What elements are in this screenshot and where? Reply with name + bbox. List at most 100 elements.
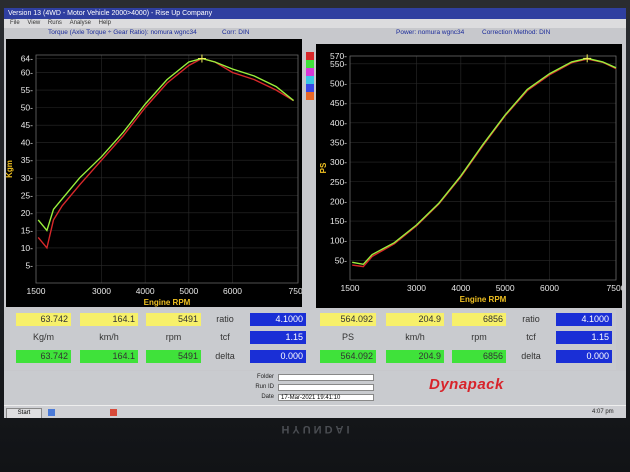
power-ytick: 200- <box>330 196 347 206</box>
power-ytick: 450- <box>330 98 347 108</box>
swatch-green[interactable] <box>306 60 314 68</box>
tcf-label-left: tcf <box>220 332 230 342</box>
unit-kmh-left: km/h <box>99 332 119 342</box>
clock: 4:07 pm <box>592 409 614 415</box>
app-icon[interactable] <box>48 409 55 416</box>
torque-xtick: 4000 <box>136 286 155 296</box>
max-kmh-left: 164.1 <box>80 313 138 326</box>
torque-ytick: 10- <box>21 243 33 253</box>
power-xtick: 6000 <box>540 283 559 293</box>
torque-xtick: 3000 <box>92 286 111 296</box>
dynapack-task-icon[interactable] <box>110 409 117 416</box>
torque-ytick: 30- <box>21 173 33 183</box>
torque-xtick: 7500 <box>289 286 302 296</box>
menu-bar: File View Runs Analyse Help <box>4 19 626 28</box>
folder-field[interactable] <box>278 374 374 381</box>
swatch-magenta[interactable] <box>306 68 314 76</box>
cur-kmh-left: 164.1 <box>80 350 138 363</box>
power-series-red <box>352 58 617 268</box>
torque-xtick: 1500 <box>27 286 46 296</box>
power-chart: 1500 3000 4000 5000 6000 7500 50- 100- 150- 200- 2… <box>319 51 622 304</box>
series-swatches <box>306 52 314 100</box>
torque-ytick: 5- <box>25 260 33 270</box>
unit-ps: PS <box>341 332 354 342</box>
swatch-blue[interactable] <box>306 84 314 92</box>
max-rpm-left: 5491 <box>146 313 201 326</box>
delta-label-right: delta <box>521 351 541 361</box>
date-field[interactable]: 17-Mar-2021 19:41:10 <box>278 394 374 401</box>
torque-ytick: 35- <box>21 155 33 165</box>
tcf-label-right: tcf <box>526 332 536 342</box>
swatch-orange[interactable] <box>306 92 314 100</box>
delta-left[interactable]: 0.000 <box>250 350 306 363</box>
unit-rpm-right: rpm <box>471 332 487 342</box>
ratio-left[interactable]: 4.1000 <box>250 313 306 326</box>
torque-header: Torque (Axle Torque ÷ Gear Ratio): nomur… <box>48 29 197 36</box>
run-info-panel: Folder Run ID Date 17-Mar-2021 19:41:10 … <box>4 371 626 405</box>
power-xtick: 1500 <box>341 283 360 293</box>
torque-ytick: 55- <box>21 85 33 95</box>
torque-ytick: 50- <box>21 103 33 113</box>
ratio-label-right: ratio <box>522 314 540 324</box>
dynapack-logo: Dynapack <box>429 376 504 393</box>
cur-kgm: 63.742 <box>16 350 71 363</box>
menu-runs[interactable]: Runs <box>48 20 62 26</box>
start-button[interactable]: Start <box>6 408 42 418</box>
unit-kmh-right: km/h <box>405 332 425 342</box>
cur-ps: 564.092 <box>320 350 376 363</box>
runid-label: Run ID <box>255 384 274 390</box>
power-xtick: 5000 <box>496 283 515 293</box>
window-title: Version 13 (4WD - Motor Vehicle 2000>400… <box>4 8 626 19</box>
power-ytick: 100- <box>330 236 347 246</box>
torque-ytick: 64- <box>21 54 33 64</box>
torque-chart: 1500 3000 4000 5000 6000 7500 5- 10- 15- 20- 25- 30… <box>6 54 302 307</box>
runid-field[interactable] <box>278 384 374 391</box>
swatch-red[interactable] <box>306 52 314 60</box>
swatch-cyan[interactable] <box>306 76 314 84</box>
ratio-right[interactable]: 4.1000 <box>556 313 612 326</box>
ratio-label-left: ratio <box>216 314 234 324</box>
power-series-green <box>352 57 617 266</box>
power-corr: Correction Method: DIN <box>482 29 551 36</box>
power-ytick: 50- <box>335 255 347 265</box>
torque-chart-panel: 1500 3000 4000 5000 6000 7500 5- 10- 15- 20- 25- 30… <box>6 39 302 307</box>
delta-right[interactable]: 0.000 <box>556 350 612 363</box>
menu-view[interactable]: View <box>27 20 40 26</box>
menu-analyse[interactable]: Analyse <box>70 20 91 26</box>
monitor-brand: HYUNDAI <box>281 423 353 435</box>
power-ylabel: PS <box>319 162 328 173</box>
unit-rpm-left: rpm <box>165 332 182 342</box>
power-ytick: 300- <box>330 157 347 167</box>
power-ytick: 500- <box>330 79 347 89</box>
torque-corr: Corr: DIN <box>222 29 250 36</box>
power-header: Power: nomura wgnc34 <box>396 29 465 36</box>
power-xlabel: Engine RPM <box>460 295 507 304</box>
tcf-right[interactable]: 1.15 <box>556 331 612 344</box>
menu-help[interactable]: Help <box>99 20 111 26</box>
power-ytick: 150- <box>330 216 347 226</box>
tcf-left[interactable]: 1.15 <box>250 331 306 344</box>
cur-kmh-right: 204.9 <box>386 350 444 363</box>
readout-panel: 63.742 164.1 5491 Kg/m km/h rpm 63.742 1… <box>10 310 616 370</box>
torque-ytick: 60- <box>21 68 33 78</box>
torque-xtick: 5000 <box>179 286 198 296</box>
max-kmh-right: 204.9 <box>386 313 444 326</box>
torque-ytick: 40- <box>21 138 33 148</box>
menu-file[interactable]: File <box>10 20 20 26</box>
power-xtick: 7500 <box>607 283 622 293</box>
unit-kgm: Kg/m <box>32 332 54 342</box>
screen: Version 13 (4WD - Motor Vehicle 2000>400… <box>4 8 626 418</box>
folder-label: Folder <box>256 374 274 380</box>
torque-ytick: 25- <box>21 190 33 200</box>
torque-xlabel: Engine RPM <box>144 298 191 307</box>
power-ytick: 250- <box>330 177 347 187</box>
max-ps: 564.092 <box>320 313 376 326</box>
taskbar: Start 4:07 pm <box>4 405 626 418</box>
power-xtick: 4000 <box>451 283 470 293</box>
torque-series-red <box>37 57 294 250</box>
power-ytick: 400- <box>330 118 347 128</box>
date-label: Date <box>261 394 274 400</box>
power-ytick: 570- <box>330 51 347 61</box>
delta-label-left: delta <box>215 351 235 361</box>
torque-plot-area <box>35 54 299 284</box>
